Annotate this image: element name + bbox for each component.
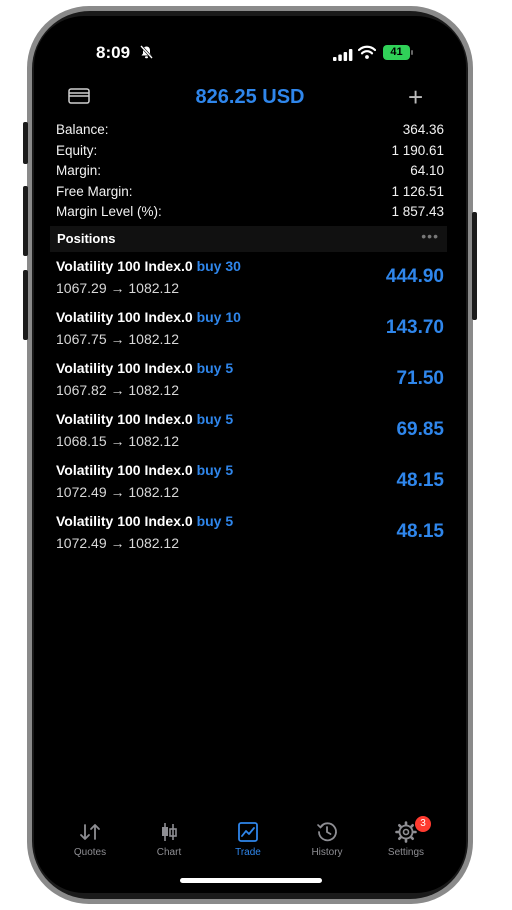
position-profit: 48.15 bbox=[396, 521, 444, 542]
notification-badge: 3 bbox=[415, 816, 431, 832]
volume-up-button bbox=[23, 186, 28, 256]
equity-value: 1 190.61 bbox=[391, 143, 444, 158]
tab-settings-label: Settings bbox=[387, 847, 425, 858]
equity-title: 826.25 USD bbox=[195, 86, 305, 108]
position-side: buy 5 bbox=[196, 513, 234, 529]
battery-tip bbox=[411, 50, 413, 55]
free-margin-value: 1 126.51 bbox=[391, 184, 444, 199]
tab-trade[interactable]: Trade bbox=[218, 820, 278, 858]
margin-level-row: Margin Level (%): 1 857.43 bbox=[56, 204, 444, 224]
tab-quotes-label: Quotes bbox=[73, 847, 107, 858]
position-profit: 48.15 bbox=[396, 470, 444, 491]
volume-down-button bbox=[23, 270, 28, 340]
positions-section-header: Positions ••• bbox=[50, 226, 447, 252]
position-prices: 1067.82 → 1082.12 bbox=[56, 382, 179, 398]
tab-settings[interactable]: Settings 3 bbox=[376, 816, 436, 858]
position-side: buy 5 bbox=[196, 411, 234, 427]
position-row[interactable]: Volatility 100 Index.0 buy 5 1068.15 → 1… bbox=[56, 411, 444, 461]
position-side: buy 5 bbox=[196, 360, 234, 376]
position-symbol: Volatility 100 Index.0 bbox=[56, 513, 193, 529]
position-row[interactable]: Volatility 100 Index.0 buy 5 1072.49 → 1… bbox=[56, 513, 444, 563]
position-row[interactable]: Volatility 100 Index.0 buy 5 1072.49 → 1… bbox=[56, 462, 444, 512]
margin-level-label: Margin Level (%): bbox=[56, 204, 162, 219]
more-options-icon[interactable]: ••• bbox=[421, 228, 439, 244]
position-profit: 444.90 bbox=[385, 266, 444, 287]
position-prices: 1072.49 → 1082.12 bbox=[56, 484, 179, 500]
history-icon bbox=[297, 820, 357, 844]
cellular-signal-icon bbox=[333, 48, 353, 66]
position-prices: 1067.29 → 1082.12 bbox=[56, 280, 179, 296]
margin-level-value: 1 857.43 bbox=[391, 204, 444, 219]
power-button bbox=[472, 212, 477, 320]
position-symbol: Volatility 100 Index.0 bbox=[56, 360, 193, 376]
balance-label: Balance: bbox=[56, 122, 109, 137]
balance-row: Balance: 364.36 bbox=[56, 122, 444, 142]
position-prices: 1072.49 → 1082.12 bbox=[56, 535, 179, 551]
position-side: buy 30 bbox=[196, 258, 241, 274]
margin-value: 64.10 bbox=[410, 163, 444, 178]
bell-slash-icon bbox=[140, 45, 153, 64]
equity-row: Equity: 1 190.61 bbox=[56, 143, 444, 163]
screen: 8:09 41 826.25 USD + Balance: 364.36 Equ… bbox=[34, 16, 466, 893]
position-symbol: Volatility 100 Index.0 bbox=[56, 462, 193, 478]
position-prices: 1067.75 → 1082.12 bbox=[56, 331, 179, 347]
wifi-icon bbox=[357, 45, 377, 64]
position-row[interactable]: Volatility 100 Index.0 buy 10 1067.75 → … bbox=[56, 309, 444, 359]
tab-chart[interactable]: Chart bbox=[139, 820, 199, 858]
battery-indicator: 41 bbox=[383, 45, 410, 60]
equity-label: Equity: bbox=[56, 143, 98, 158]
tab-quotes[interactable]: Quotes bbox=[60, 820, 120, 858]
position-side: buy 5 bbox=[196, 462, 234, 478]
tab-trade-label: Trade bbox=[235, 847, 261, 858]
position-profit: 143.70 bbox=[385, 317, 444, 338]
tab-history-label: History bbox=[311, 847, 343, 858]
free-margin-row: Free Margin: 1 126.51 bbox=[56, 184, 444, 204]
position-profit: 69.85 bbox=[396, 419, 444, 440]
candlestick-icon bbox=[139, 820, 199, 844]
quotes-icon bbox=[60, 820, 120, 844]
tab-chart-label: Chart bbox=[156, 847, 182, 858]
free-margin-label: Free Margin: bbox=[56, 184, 133, 199]
position-row[interactable]: Volatility 100 Index.0 buy 5 1067.82 → 1… bbox=[56, 360, 444, 410]
margin-row: Margin: 64.10 bbox=[56, 163, 444, 183]
position-symbol: Volatility 100 Index.0 bbox=[56, 309, 193, 325]
balance-value: 364.36 bbox=[402, 122, 444, 137]
position-prices: 1068.15 → 1082.12 bbox=[56, 433, 179, 449]
position-profit: 71.50 bbox=[396, 368, 444, 389]
trade-chart-icon bbox=[218, 820, 278, 844]
positions-title: Positions bbox=[57, 231, 116, 246]
tab-history[interactable]: History bbox=[297, 820, 357, 858]
mute-switch bbox=[23, 122, 28, 164]
position-side: buy 10 bbox=[196, 309, 241, 325]
home-indicator[interactable] bbox=[180, 878, 322, 883]
position-symbol: Volatility 100 Index.0 bbox=[56, 411, 193, 427]
status-time: 8:09 bbox=[96, 43, 131, 62]
margin-label: Margin: bbox=[56, 163, 102, 178]
plus-icon[interactable]: + bbox=[408, 84, 423, 110]
position-symbol: Volatility 100 Index.0 bbox=[56, 258, 193, 274]
position-row[interactable]: Volatility 100 Index.0 buy 30 1067.29 → … bbox=[56, 258, 444, 308]
